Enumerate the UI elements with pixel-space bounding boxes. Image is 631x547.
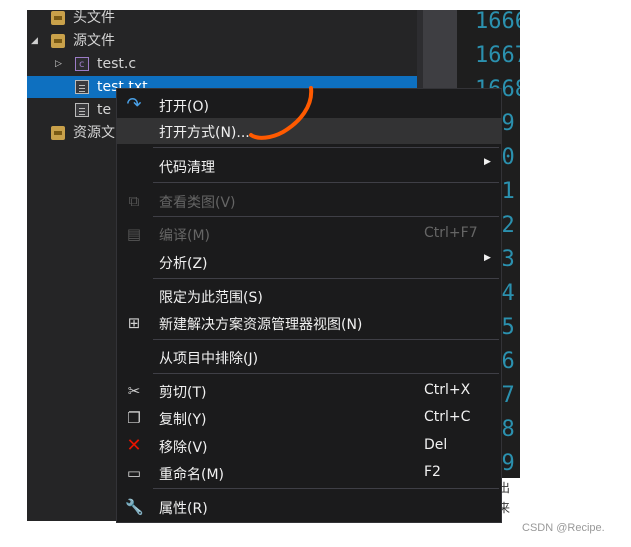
line-number: 1667 <box>475 43 520 68</box>
menu-item-rename[interactable]: ▭ 重命名(M) F2 <box>117 460 501 486</box>
menu-separator <box>153 182 499 183</box>
menu-item-remove-label: 移除(V) <box>159 440 208 456</box>
watermark: CSDN @Recipe. <box>522 522 605 534</box>
menu-item-rename-label: 重命名(M) <box>159 467 225 483</box>
menu-separator <box>153 216 499 217</box>
text-file-icon <box>75 103 89 117</box>
collapsed-arrow-icon[interactable]: ▷ <box>55 53 62 75</box>
new-view-icon: ⊞ <box>127 314 141 332</box>
compile-icon: ▤ <box>126 225 142 243</box>
rename-icon: ▭ <box>126 464 142 482</box>
menu-separator <box>153 147 499 148</box>
tree-item-label: test.c <box>97 56 137 72</box>
header-files-folder[interactable]: 头文件 <box>27 10 417 29</box>
menu-item-copy-label: 复制(Y) <box>159 412 207 428</box>
menu-item-properties[interactable]: 🔧 属性(R) <box>117 494 501 520</box>
menu-separator <box>153 373 499 374</box>
menu-item-exclude-from-project[interactable]: 从项目中排除(J) <box>117 344 501 370</box>
source-files-folder[interactable]: ◢ 源文件 <box>27 30 417 52</box>
context-menu: ↷ 打开(O) 打开方式(N)... 代码清理 ▶ ⧉ 查看类图(V) ▤ 编译… <box>116 88 502 523</box>
menu-item-view-class-diagram[interactable]: ⧉ 查看类图(V) <box>117 188 501 214</box>
menu-item-open[interactable]: ↷ 打开(O) <box>117 92 501 118</box>
filter-folder-icon <box>51 126 65 140</box>
menu-item-new-solution-view[interactable]: ⊞ 新建解决方案资源管理器视图(N) <box>117 310 501 336</box>
c-file-icon <box>75 54 89 76</box>
menu-item-compile-label: 编译(M) <box>159 228 211 244</box>
scissors-icon: ✂ <box>127 382 141 400</box>
menu-item-exclude-from-project-label: 从项目中排除(J) <box>159 351 259 367</box>
menu-item-code-cleanup[interactable]: 代码清理 ▶ <box>117 153 501 179</box>
menu-item-analyze-label: 分析(Z) <box>159 256 208 272</box>
menu-item-compile-shortcut: Ctrl+F7 <box>424 225 478 241</box>
filter-folder-icon <box>51 11 65 25</box>
menu-item-copy-shortcut: Ctrl+C <box>424 409 471 425</box>
wrench-icon: 🔧 <box>125 498 144 516</box>
menu-item-view-class-diagram-label: 查看类图(V) <box>159 195 236 211</box>
menu-item-open-with-label: 打开方式(N)... <box>159 125 250 141</box>
expanded-arrow-icon[interactable]: ◢ <box>31 30 38 52</box>
menu-item-open-with[interactable]: 打开方式(N)... <box>117 118 501 144</box>
menu-item-remove[interactable]: ✕ 移除(V) Del <box>117 433 501 459</box>
submenu-arrow-icon: ▶ <box>484 157 491 167</box>
filter-folder-icon <box>51 34 65 48</box>
menu-item-analyze[interactable]: 分析(Z) ▶ <box>117 249 501 275</box>
menu-item-new-solution-view-label: 新建解决方案资源管理器视图(N) <box>159 317 363 333</box>
menu-item-scope-to-this[interactable]: 限定为此范围(S) <box>117 283 501 309</box>
menu-item-cut-label: 剪切(T) <box>159 385 207 401</box>
menu-item-rename-shortcut: F2 <box>424 464 441 480</box>
menu-item-cut-shortcut: Ctrl+X <box>424 382 471 398</box>
remove-x-icon: ✕ <box>126 435 142 456</box>
menu-item-code-cleanup-label: 代码清理 <box>159 160 215 176</box>
submenu-arrow-icon: ▶ <box>484 253 491 263</box>
open-arrow-icon: ↷ <box>126 94 142 115</box>
copy-icon: ❐ <box>127 409 141 427</box>
file-test-c[interactable]: ▷ test.c <box>27 53 417 76</box>
menu-item-scope-to-this-label: 限定为此范围(S) <box>159 290 263 306</box>
menu-item-open-label: 打开(O) <box>159 99 209 115</box>
tree-item-label: 头文件 <box>73 10 115 26</box>
menu-item-remove-shortcut: Del <box>424 437 448 453</box>
menu-separator <box>153 488 499 489</box>
text-file-icon <box>75 80 89 94</box>
menu-item-compile[interactable]: ▤ 编译(M) Ctrl+F7 <box>117 221 501 247</box>
menu-item-properties-label: 属性(R) <box>159 501 208 517</box>
menu-separator <box>153 339 499 340</box>
tree-item-label: 资源文 <box>73 125 115 141</box>
tree-item-label: 源文件 <box>73 33 115 49</box>
menu-item-cut[interactable]: ✂ 剪切(T) Ctrl+X <box>117 378 501 404</box>
menu-item-copy[interactable]: ❐ 复制(Y) Ctrl+C <box>117 405 501 431</box>
menu-separator <box>153 278 499 279</box>
class-diagram-icon: ⧉ <box>128 192 140 210</box>
tree-item-label: te <box>97 102 112 118</box>
line-number: 1666 <box>475 10 520 34</box>
